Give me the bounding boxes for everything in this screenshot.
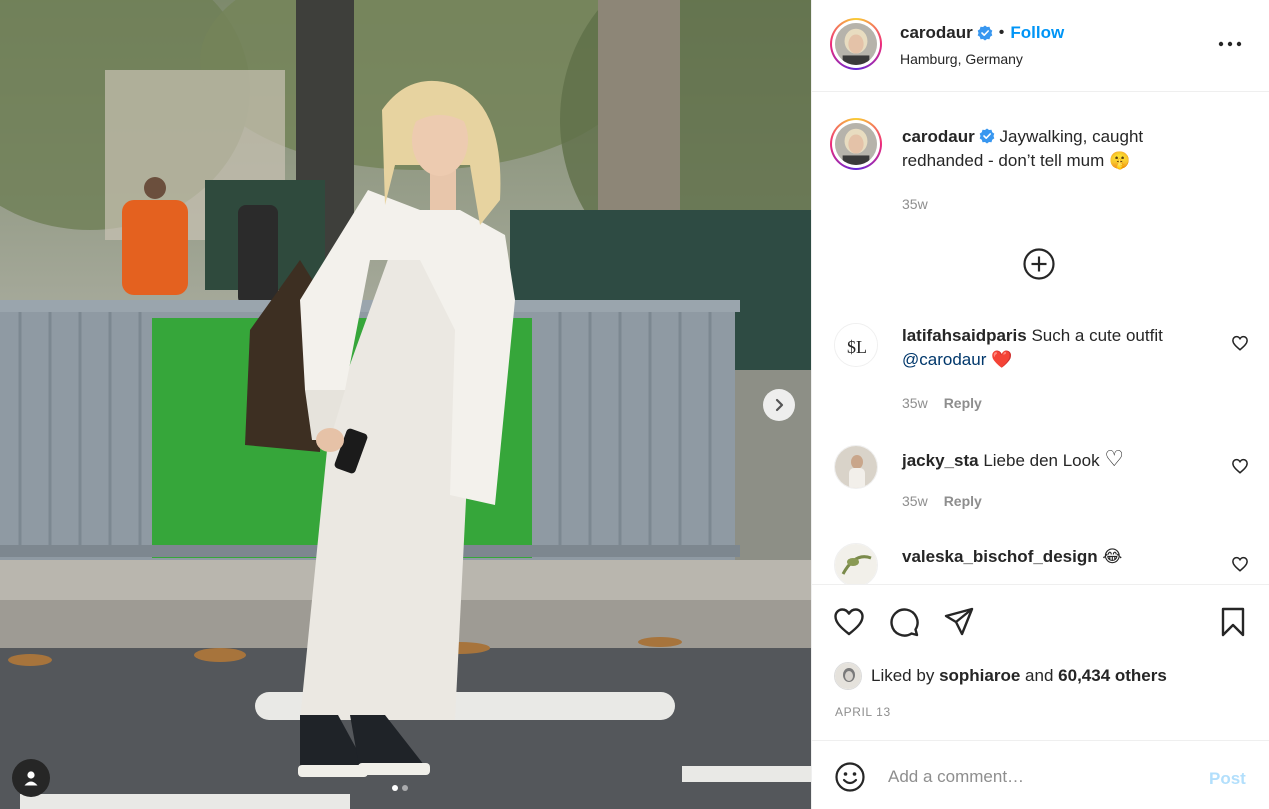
save-bookmark-icon[interactable] xyxy=(1216,605,1250,639)
post-photo[interactable] xyxy=(0,0,811,809)
share-paper-plane-icon[interactable] xyxy=(942,605,976,639)
author-avatar[interactable] xyxy=(830,18,882,70)
more-options-button[interactable] xyxy=(1214,36,1246,52)
reply-button[interactable]: Reply xyxy=(944,395,982,411)
likes-summary: Liked by sophiaroe and 60,434 others xyxy=(834,662,1167,690)
commenter-avatar[interactable] xyxy=(834,445,878,489)
post-date[interactable]: APRIL 13 xyxy=(835,705,891,719)
tagged-users-button[interactable] xyxy=(12,759,50,797)
comment-mention[interactable]: @carodaur xyxy=(902,350,986,369)
post-location[interactable]: Hamburg, Germany xyxy=(900,51,1023,67)
comment-input[interactable] xyxy=(888,763,1188,791)
comment-username[interactable]: jacky_sta xyxy=(902,451,979,470)
comment-meta: 35w Reply xyxy=(902,395,982,411)
add-comment-bar: Post xyxy=(812,740,1269,809)
comments-list[interactable]: carodaur Jaywalking, caught redhanded - … xyxy=(812,92,1269,584)
follow-button[interactable]: Follow xyxy=(1010,23,1064,43)
shushing-face-emoji: 🤫 xyxy=(1108,151,1131,170)
chevron-right-icon xyxy=(775,398,784,412)
comment-username[interactable]: valeska_bischof_design xyxy=(902,547,1098,566)
author-username[interactable]: carodaur xyxy=(900,23,973,43)
comment-bubble-icon[interactable] xyxy=(887,605,921,639)
liked-by-user[interactable]: sophiaroe xyxy=(939,666,1020,686)
header-separator: • xyxy=(998,24,1005,41)
caption-text: carodaur Jaywalking, caught redhanded - … xyxy=(902,125,1143,173)
commenter-avatar-image xyxy=(835,544,877,584)
post-actions: Liked by sophiaroe and 60,434 others APR… xyxy=(812,584,1269,740)
reply-button[interactable]: Reply xyxy=(944,493,982,509)
like-comment-heart-icon[interactable] xyxy=(1231,457,1249,475)
laughing-emoji: 😂 xyxy=(1102,547,1123,566)
likes-count[interactable]: 60,434 others xyxy=(1058,666,1167,686)
more-horizontal-icon xyxy=(1218,41,1242,47)
comment-text: latifahsaidparis Such a cute outfit @car… xyxy=(902,324,1163,372)
next-image-button[interactable] xyxy=(763,389,795,421)
post-header: carodaur • Follow Hamburg, Germany xyxy=(812,0,1269,92)
caption-line-1: Jaywalking, caught xyxy=(999,127,1144,146)
caption-username[interactable]: carodaur xyxy=(902,127,975,146)
comment-body: Liebe den Look xyxy=(983,451,1100,470)
commenter-avatar[interactable] xyxy=(834,543,878,584)
red-heart-emoji: ❤️ xyxy=(991,350,1013,369)
verified-badge-icon xyxy=(979,128,995,144)
caption-time[interactable]: 35w xyxy=(902,196,928,212)
commenter-avatar-image xyxy=(835,446,877,488)
comment-username[interactable]: latifahsaidparis xyxy=(902,326,1027,345)
comment-text: jacky_sta Liebe den Look ♡ xyxy=(902,447,1124,473)
caption-author-avatar[interactable] xyxy=(830,118,882,170)
verified-badge-icon xyxy=(977,25,993,41)
post-comment-button[interactable]: Post xyxy=(1209,769,1246,789)
commenter-avatar-image: $L xyxy=(835,324,877,366)
white-heart-emoji: ♡ xyxy=(1104,446,1125,471)
liker-avatar[interactable] xyxy=(834,662,862,690)
post-sidebar: carodaur • Follow Hamburg, Germany carod… xyxy=(811,0,1269,809)
liked-by-prefix: Liked by xyxy=(871,666,935,685)
commenter-avatar[interactable]: $L xyxy=(834,323,878,367)
comment-text: valeska_bischof_design 😂 xyxy=(902,545,1122,569)
emoji-smiley-icon[interactable] xyxy=(834,761,866,793)
like-heart-icon[interactable] xyxy=(832,605,866,639)
like-comment-heart-icon[interactable] xyxy=(1231,555,1249,573)
liker-avatar-image xyxy=(835,663,861,689)
street-photo xyxy=(0,0,811,809)
caption-meta: 35w xyxy=(902,196,928,212)
like-comment-heart-icon[interactable] xyxy=(1231,334,1249,352)
carousel-dot xyxy=(402,785,408,791)
liked-by-conj: and xyxy=(1025,666,1054,685)
caption-avatar-image xyxy=(835,123,877,165)
header-user-row: carodaur • Follow xyxy=(900,23,1064,43)
load-more-comments-icon[interactable] xyxy=(1022,247,1056,281)
carousel-dot-active xyxy=(392,785,398,791)
comment-body: Such a cute outfit xyxy=(1031,326,1163,345)
carousel-indicator xyxy=(392,785,408,791)
commenter-logo-text: $L xyxy=(847,337,867,357)
caption-line-2: redhanded - don’t tell mum xyxy=(902,151,1105,170)
comment-meta: 35w Reply xyxy=(902,493,982,509)
comment-time[interactable]: 35w xyxy=(902,493,928,509)
user-tag-icon xyxy=(24,771,38,786)
author-avatar-image xyxy=(835,23,877,65)
comment-time[interactable]: 35w xyxy=(902,395,928,411)
